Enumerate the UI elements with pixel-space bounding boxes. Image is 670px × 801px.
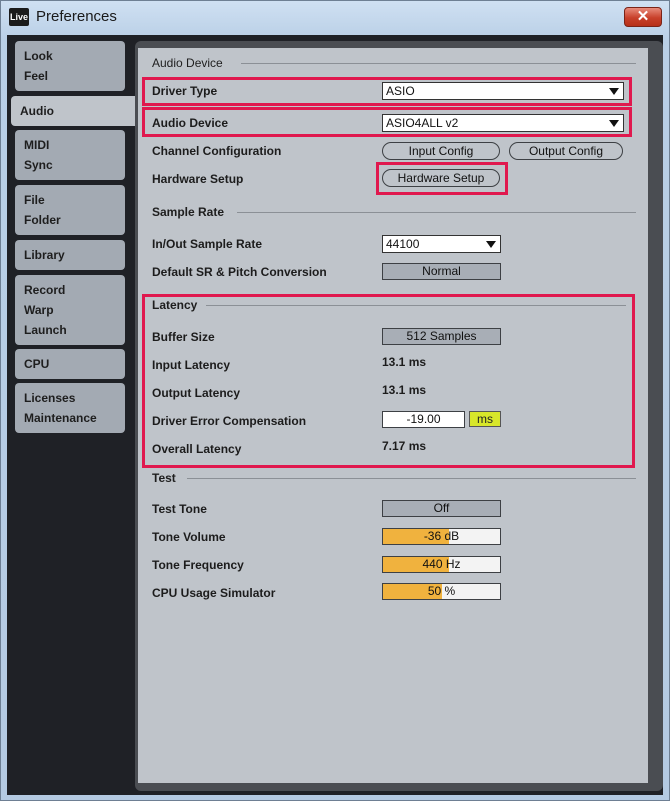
section-divider bbox=[187, 478, 636, 479]
sidebar-item-label: Warp bbox=[24, 303, 54, 317]
sidebar-item-licenses-maintenance[interactable]: Licenses Maintenance bbox=[15, 383, 125, 433]
tone-volume-value: -36 dB bbox=[423, 529, 460, 543]
sidebar-item-label: Maintenance bbox=[24, 411, 97, 425]
sidebar-item-library[interactable]: Library bbox=[15, 240, 125, 270]
sidebar-item-look-feel[interactable]: Look Feel bbox=[15, 41, 125, 91]
section-title-sample-rate: Sample Rate bbox=[152, 205, 225, 219]
cpu-usage-simulator-slider[interactable]: 50 % bbox=[382, 583, 501, 600]
sidebar-item-label: Record bbox=[24, 283, 66, 297]
highlight-driver-type bbox=[142, 77, 632, 106]
window-title: Preferences bbox=[36, 8, 117, 25]
tone-frequency-label: Tone Frequency bbox=[152, 558, 244, 572]
section-title-audio-device: Audio Device bbox=[152, 56, 223, 70]
inout-sample-rate-label: In/Out Sample Rate bbox=[152, 237, 263, 251]
sidebar-item-label: Audio bbox=[20, 104, 54, 118]
tone-frequency-slider[interactable]: 440 Hz bbox=[382, 556, 501, 573]
sidebar-item-label: File bbox=[24, 193, 45, 207]
cpu-usage-simulator-label: CPU Usage Simulator bbox=[152, 586, 276, 600]
highlight-latency-section bbox=[142, 294, 635, 468]
sidebar-item-label: Library bbox=[24, 248, 65, 262]
sidebar-item-label: Look bbox=[24, 49, 53, 63]
sidebar-item-label: Launch bbox=[24, 323, 67, 337]
preferences-window: Live Preferences ✕ Look Feel Audio MIDI … bbox=[0, 0, 670, 801]
section-title-test: Test bbox=[152, 471, 176, 485]
sidebar-item-label: Licenses bbox=[24, 391, 76, 405]
sidebar-item-label: MIDI bbox=[24, 138, 50, 152]
channel-configuration-label: Channel Configuration bbox=[152, 144, 282, 158]
highlight-audio-device bbox=[142, 107, 632, 137]
close-button[interactable]: ✕ bbox=[624, 7, 662, 27]
inout-sample-rate-dropdown[interactable]: 44100 bbox=[382, 235, 501, 253]
sidebar-item-midi-sync[interactable]: MIDI Sync bbox=[15, 130, 125, 180]
sidebar-item-label: Sync bbox=[24, 158, 53, 172]
tone-volume-label: Tone Volume bbox=[152, 530, 226, 544]
chevron-down-icon bbox=[486, 241, 496, 248]
sidebar-item-label: Feel bbox=[24, 69, 49, 83]
input-config-button[interactable]: Input Config bbox=[382, 142, 500, 160]
test-tone-toggle[interactable]: Off bbox=[382, 500, 501, 517]
sidebar-item-label: Folder bbox=[24, 213, 61, 227]
default-sr-selector[interactable]: Normal bbox=[382, 263, 501, 280]
output-config-button[interactable]: Output Config bbox=[509, 142, 623, 160]
sidebar-item-record-warp-launch[interactable]: Record Warp Launch bbox=[15, 275, 125, 345]
section-divider bbox=[241, 63, 636, 64]
cpu-usage-value: 50 % bbox=[427, 584, 456, 598]
sidebar-item-audio[interactable]: Audio bbox=[11, 96, 135, 126]
section-divider bbox=[237, 212, 636, 213]
live-app-icon: Live bbox=[9, 8, 29, 26]
tone-frequency-value: 440 Hz bbox=[422, 557, 461, 571]
title-bar[interactable]: Live Preferences ✕ bbox=[1, 1, 669, 35]
hardware-setup-label: Hardware Setup bbox=[152, 172, 244, 186]
test-tone-label: Test Tone bbox=[152, 502, 207, 516]
tone-volume-slider[interactable]: -36 dB bbox=[382, 528, 501, 545]
inout-sample-rate-value: 44100 bbox=[386, 237, 420, 251]
sidebar-item-cpu[interactable]: CPU bbox=[15, 349, 125, 379]
highlight-hardware-setup bbox=[376, 162, 508, 195]
sidebar-item-file-folder[interactable]: File Folder bbox=[15, 185, 125, 235]
default-sr-label: Default SR & Pitch Conversion bbox=[152, 265, 327, 279]
sidebar-item-label: CPU bbox=[24, 357, 50, 371]
